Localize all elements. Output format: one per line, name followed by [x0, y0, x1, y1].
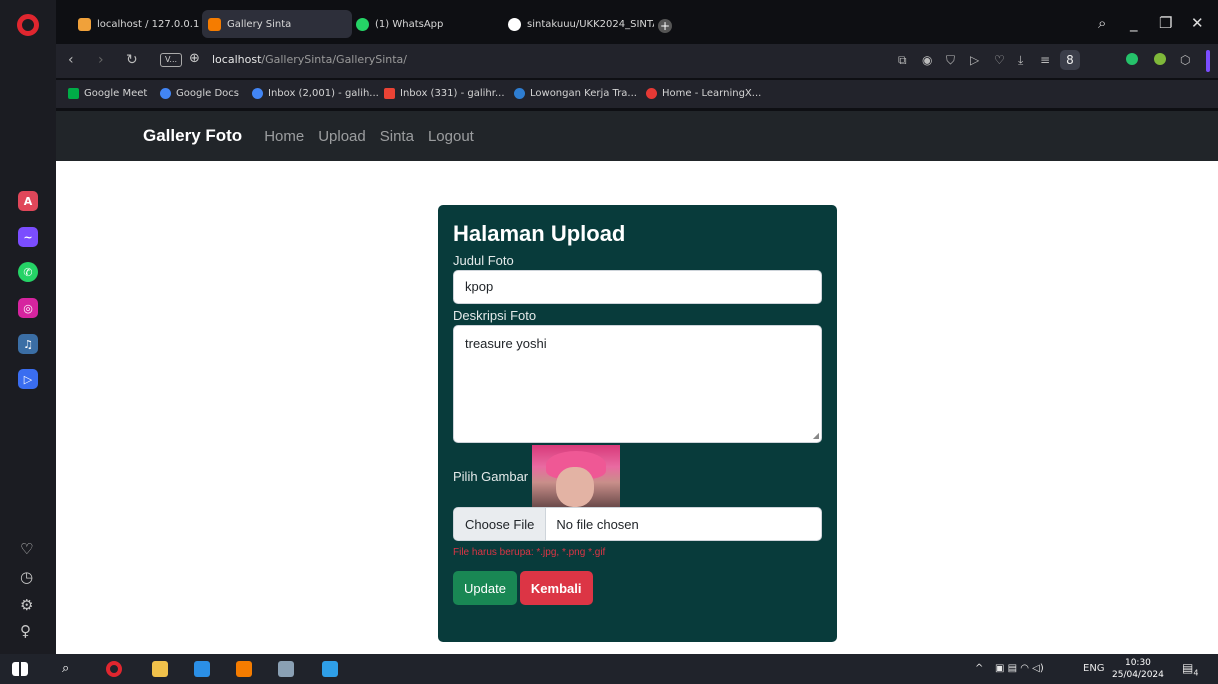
heart-outline-icon[interactable]: ♡: [994, 53, 1005, 67]
google-icon: [160, 88, 171, 99]
opera-taskbar-icon[interactable]: [106, 661, 122, 677]
gallery-favicon-icon: [208, 17, 221, 31]
nav-link-sinta[interactable]: Sinta: [380, 128, 414, 145]
opera-logo-icon[interactable]: [17, 14, 39, 36]
profile-badge[interactable]: 8: [1060, 50, 1080, 70]
upload-card: Halaman Upload Judul Foto kpop Deskripsi…: [438, 205, 837, 642]
tab-whatsapp[interactable]: (1) WhatsApp: [350, 10, 490, 38]
share-icon[interactable]: ⧉: [898, 53, 907, 68]
nav-link-logout[interactable]: Logout: [428, 128, 474, 145]
meet-icon: [68, 88, 79, 99]
google-icon: [252, 88, 263, 99]
deskripsi-textarea[interactable]: treasure yoshi ◢: [453, 325, 822, 443]
instagram-icon[interactable]: ◎: [18, 298, 38, 318]
settings-icon[interactable]: ⚙: [20, 596, 33, 614]
update-button[interactable]: Update: [453, 571, 517, 605]
music-icon[interactable]: ♫: [18, 334, 38, 354]
tab-bar: localhost / 127.0.0.1 / ukk Gallery Sint…: [56, 6, 1218, 40]
clock-date: 25/04/2024: [1112, 670, 1164, 680]
easy-setup-icon[interactable]: ≡: [1040, 53, 1050, 67]
sidebar-accent: [1206, 50, 1210, 72]
file-input[interactable]: Choose File No file chosen: [453, 507, 822, 541]
current-photo-thumbnail: [532, 445, 621, 507]
whatsapp-favicon-icon: [356, 17, 369, 31]
notification-icon[interactable]: ▤4: [1182, 661, 1198, 677]
close-icon[interactable]: ✕: [1191, 14, 1204, 32]
gmail-icon: [384, 88, 395, 99]
camera-icon[interactable]: ◉: [922, 53, 932, 67]
extension-green-icon[interactable]: [1126, 53, 1138, 65]
deskripsi-label: Deskripsi Foto: [453, 308, 537, 323]
choose-file-button[interactable]: Choose File: [454, 508, 547, 540]
url-field[interactable]: localhost/GallerySinta/GallerySinta/: [212, 53, 407, 66]
bookmark-google-meet[interactable]: Google Meet: [68, 88, 147, 99]
address-bar: ‹ › ↻ V... ⊕ localhost/GallerySinta/Gall…: [56, 44, 1218, 78]
flow-icon[interactable]: ▷: [970, 53, 979, 67]
globe-icon: ⊕: [189, 51, 200, 66]
site-navbar: Gallery Foto Home Upload Sinta Logout: [56, 111, 1218, 161]
job-icon: [514, 88, 525, 99]
vpn-badge[interactable]: V...: [160, 53, 182, 67]
bookmark-inbox-331[interactable]: Inbox (331) - galihr...: [384, 88, 505, 99]
aria-icon[interactable]: A: [18, 191, 38, 211]
extension-chat-icon[interactable]: [1154, 53, 1166, 65]
tab-github[interactable]: sintakuuu/UKK2024_SINTA: [502, 10, 654, 38]
heart-icon[interactable]: ♡: [20, 540, 33, 558]
tips-icon[interactable]: ♀: [20, 622, 31, 640]
tray-system-icons[interactable]: ▣ ▤ ◠ ◁): [995, 663, 1044, 674]
clock-time: 10:30: [1124, 658, 1151, 668]
tray-chevron-icon[interactable]: ^: [975, 663, 983, 674]
vscode-icon[interactable]: [194, 661, 210, 677]
judul-label: Judul Foto: [453, 253, 514, 268]
photos-icon[interactable]: [322, 661, 338, 677]
extensions-cube-icon[interactable]: ⬡: [1180, 53, 1190, 67]
clock[interactable]: 10:30 25/04/2024: [1112, 657, 1164, 681]
notepad-icon[interactable]: [278, 661, 294, 677]
bookmark-google-docs[interactable]: Google Docs: [160, 88, 239, 99]
learningx-icon: [646, 88, 657, 99]
search-icon[interactable]: ⌕: [62, 661, 78, 677]
player-icon[interactable]: ▷: [18, 369, 38, 389]
resize-handle-icon[interactable]: ◢: [813, 431, 819, 440]
history-icon[interactable]: ◷: [20, 568, 33, 586]
back-button[interactable]: Kembali: [519, 571, 593, 605]
xampp-icon[interactable]: [236, 661, 252, 677]
bookmark-learningx[interactable]: Home - LearningX...: [646, 88, 761, 99]
messenger-icon[interactable]: ~: [18, 227, 38, 247]
tab-gallery-sinta[interactable]: Gallery Sinta: [202, 10, 352, 38]
download-icon[interactable]: ⤓: [1018, 53, 1023, 68]
new-tab-icon[interactable]: +: [658, 19, 672, 33]
gambar-label: Pilih Gambar: [453, 468, 529, 484]
file-status: No file chosen: [556, 516, 639, 532]
phpmyadmin-icon: [78, 17, 91, 31]
opera-sidebar: A ~ ✆ ◎ ♫ ▷ ♡ ◷ ⚙ ♀: [0, 0, 56, 654]
action-buttons: Update Kembali: [453, 571, 822, 605]
bookmark-lowongan[interactable]: Lowongan Kerja Tra...: [514, 88, 637, 99]
windows-taskbar: ⌕ ^ ▣ ▤ ◠ ◁) ENG 10:30 25/04/2024 ▤4: [0, 654, 1218, 684]
image-row: Pilih Gambar: [453, 445, 822, 507]
nav-link-upload[interactable]: Upload: [318, 128, 366, 145]
reload-icon[interactable]: ↻: [126, 52, 138, 68]
bookmarks-bar: Google Meet Google Docs Inbox (2,001) - …: [56, 80, 1218, 108]
nav-link-home[interactable]: Home: [264, 128, 304, 145]
language-indicator[interactable]: ENG: [1083, 663, 1105, 674]
back-icon[interactable]: ‹: [68, 52, 74, 68]
bookmark-inbox-2001[interactable]: Inbox (2,001) - galih...: [252, 88, 379, 99]
judul-input[interactable]: kpop: [453, 270, 822, 304]
whatsapp-icon[interactable]: ✆: [18, 262, 38, 282]
shield-icon[interactable]: ⛉: [946, 53, 955, 68]
file-type-hint: File harus berupa: *.jpg, *.png *.gif: [453, 547, 606, 558]
forward-icon[interactable]: ›: [98, 52, 104, 68]
tab-phpmyadmin[interactable]: localhost / 127.0.0.1 / ukk: [72, 10, 200, 38]
github-icon: [508, 17, 521, 31]
page-viewport: Gallery Foto Home Upload Sinta Logout Ha…: [56, 111, 1218, 654]
navbar-brand[interactable]: Gallery Foto: [143, 126, 242, 146]
file-explorer-icon[interactable]: [152, 661, 168, 677]
page-title: Halaman Upload: [453, 221, 626, 246]
deskripsi-value: treasure yoshi: [465, 336, 547, 351]
windows-start-icon[interactable]: [12, 662, 28, 676]
search-tabs-icon[interactable]: ⌕: [1098, 14, 1106, 32]
minimize-icon[interactable]: _: [1130, 14, 1138, 32]
restore-icon[interactable]: ❐: [1159, 14, 1172, 32]
